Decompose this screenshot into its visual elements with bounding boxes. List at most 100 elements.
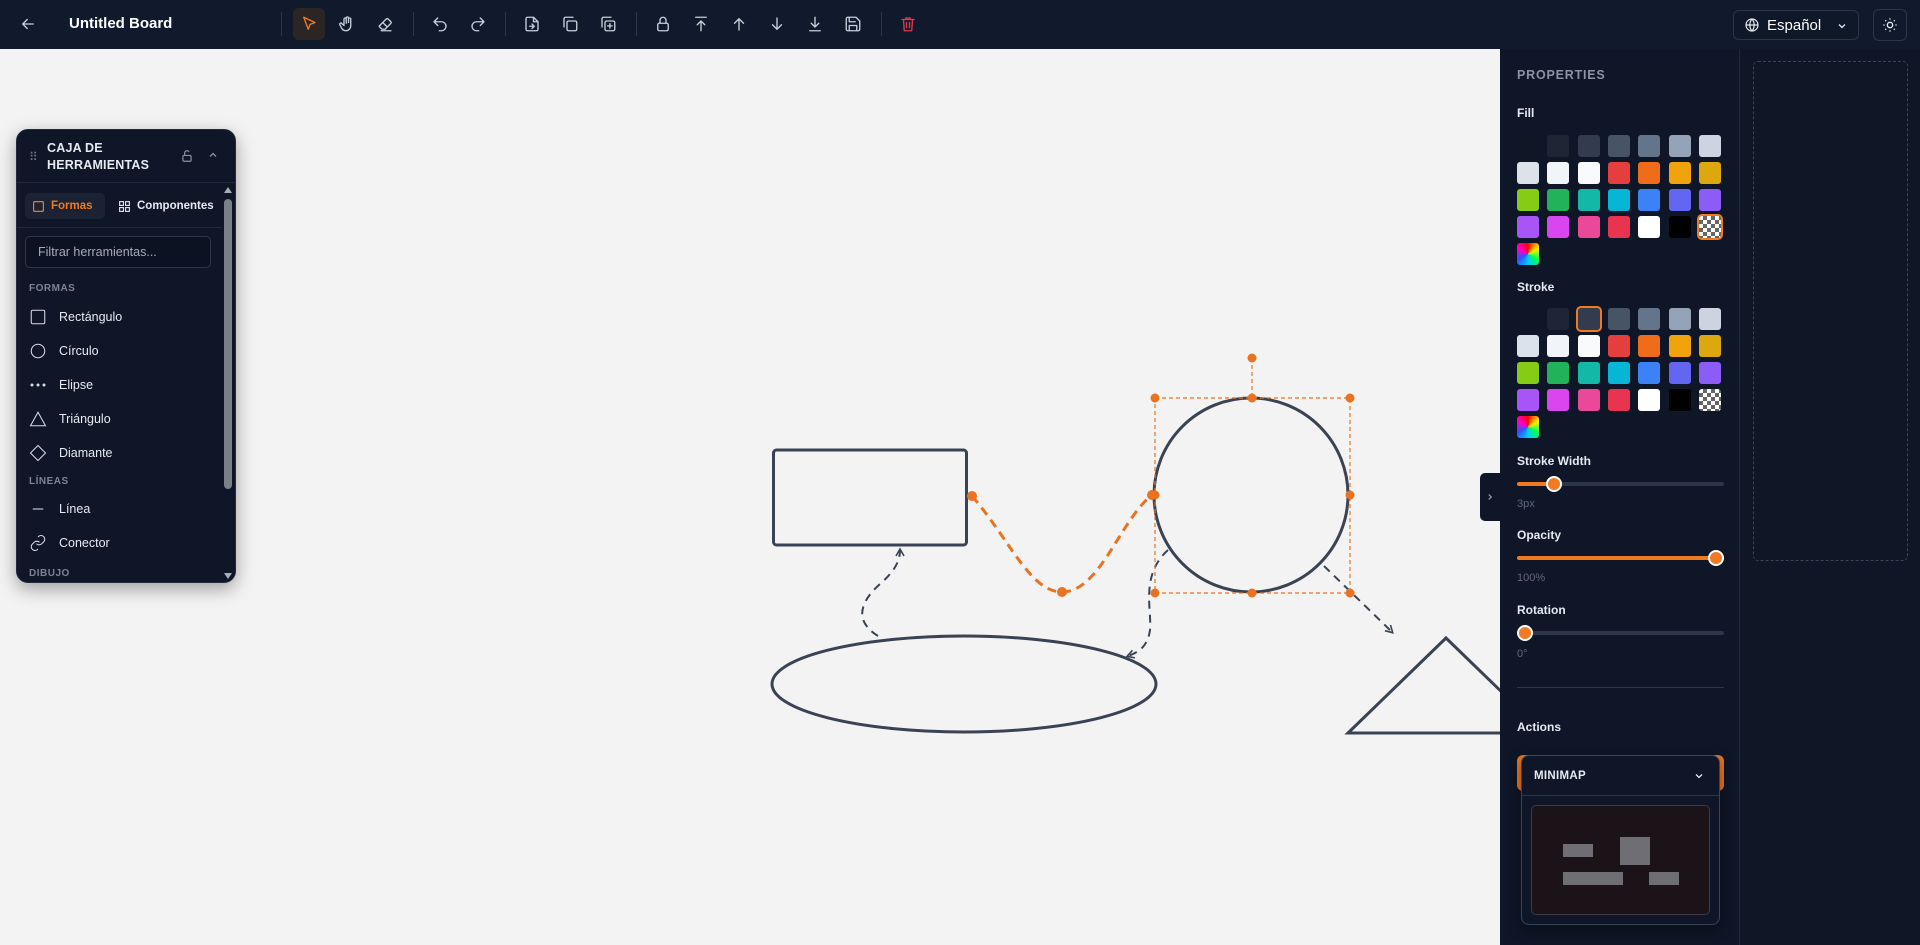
stroke-color-swatch[interactable]: [1517, 389, 1539, 411]
fill-color-swatch[interactable]: [1547, 135, 1570, 157]
fill-color-swatch[interactable]: [1698, 162, 1721, 184]
bring-to-front-icon[interactable]: [685, 8, 717, 40]
fill-color-swatch[interactable]: [1577, 135, 1600, 157]
stroke-color-swatch[interactable]: [1517, 308, 1539, 330]
resize-handle[interactable]: [1150, 393, 1160, 403]
fill-color-swatch[interactable]: [1696, 214, 1723, 240]
slider-thumb[interactable]: [1546, 476, 1563, 492]
eraser-icon[interactable]: [369, 8, 401, 40]
scroll-up-arrow[interactable]: [224, 187, 232, 193]
tool-ellipse[interactable]: Elipse: [29, 372, 93, 398]
fill-color-swatch[interactable]: [1517, 135, 1539, 157]
tool-connector[interactable]: Conector: [29, 530, 110, 556]
panel-collapse-handle[interactable]: [1480, 473, 1500, 521]
resize-handle[interactable]: [1150, 490, 1160, 500]
language-select[interactable]: Español: [1733, 10, 1859, 40]
selected-connector[interactable]: [970, 493, 1153, 594]
chevron-down-icon[interactable]: [1693, 770, 1705, 782]
slider-thumb[interactable]: [1517, 625, 1533, 641]
stroke-color-swatch[interactable]: [1517, 335, 1539, 357]
toolbox-scrollbar[interactable]: [221, 183, 235, 582]
slider-thumb[interactable]: [1708, 550, 1724, 566]
stroke-color-swatch[interactable]: [1668, 362, 1691, 384]
send-backward-icon[interactable]: [761, 8, 793, 40]
drag-handle-icon[interactable]: ⠿: [29, 150, 38, 164]
hand-icon[interactable]: [331, 8, 363, 40]
scrollbar-thumb[interactable]: [224, 199, 232, 489]
fill-color-swatch[interactable]: [1668, 135, 1691, 157]
save-icon[interactable]: [837, 8, 869, 40]
fill-color-swatch[interactable]: [1517, 243, 1539, 265]
connector-circle-to-ellipse[interactable]: [1125, 549, 1169, 659]
fill-color-swatch[interactable]: [1668, 189, 1691, 211]
resize-handle[interactable]: [1345, 393, 1355, 403]
resize-handle[interactable]: [1150, 588, 1160, 598]
stroke-color-swatch[interactable]: [1607, 335, 1630, 357]
connector-handle[interactable]: [1057, 587, 1067, 597]
bring-forward-icon[interactable]: [723, 8, 755, 40]
fill-color-swatch[interactable]: [1577, 189, 1600, 211]
fill-color-swatch[interactable]: [1607, 135, 1630, 157]
unlock-icon[interactable]: [180, 149, 194, 163]
copy-icon[interactable]: [554, 8, 586, 40]
fill-color-swatch[interactable]: [1668, 162, 1691, 184]
stroke-color-swatch[interactable]: [1698, 362, 1721, 384]
filter-tools-input[interactable]: [25, 236, 211, 268]
back-icon[interactable]: [12, 8, 44, 40]
fill-color-swatch[interactable]: [1547, 162, 1570, 184]
stroke-color-swatch[interactable]: [1547, 362, 1570, 384]
tab-formas[interactable]: Formas: [25, 193, 105, 219]
fill-color-swatch[interactable]: [1607, 216, 1630, 238]
stroke-color-swatch[interactable]: [1547, 308, 1570, 330]
ellipse-shape[interactable]: [770, 634, 1158, 734]
tool-circle[interactable]: Círculo: [29, 338, 99, 364]
stroke-color-swatch[interactable]: [1638, 308, 1661, 330]
stroke-color-swatch[interactable]: [1638, 362, 1661, 384]
minimap-viewport[interactable]: [1531, 805, 1710, 915]
fill-color-swatch[interactable]: [1638, 162, 1661, 184]
stroke-color-swatch[interactable]: [1575, 306, 1602, 332]
stroke-color-swatch[interactable]: [1638, 335, 1661, 357]
tool-triangle[interactable]: Triángulo: [29, 406, 111, 432]
rotation-slider[interactable]: [1517, 625, 1724, 641]
triangle-shape[interactable]: [1344, 635, 1500, 735]
resize-handle[interactable]: [1345, 588, 1355, 598]
duplicate-icon[interactable]: [592, 8, 624, 40]
connector-circle-to-triangle[interactable]: [1323, 565, 1394, 634]
select-icon[interactable]: [293, 8, 325, 40]
resize-handle[interactable]: [1247, 393, 1257, 403]
lock-icon[interactable]: [647, 8, 679, 40]
fill-color-swatch[interactable]: [1668, 216, 1691, 238]
scroll-down-arrow[interactable]: [224, 573, 232, 579]
fill-color-swatch[interactable]: [1577, 216, 1600, 238]
fill-color-swatch[interactable]: [1638, 189, 1661, 211]
stroke-color-swatch[interactable]: [1577, 335, 1600, 357]
toolbox-header[interactable]: ⠿ CAJA DE HERRAMIENTAS: [17, 130, 235, 183]
undo-icon[interactable]: [424, 8, 456, 40]
rotation-handle[interactable]: [1247, 353, 1257, 363]
connector-ellipse-to-rectangle[interactable]: [861, 547, 905, 637]
opacity-slider[interactable]: [1517, 550, 1724, 566]
resize-handle[interactable]: [1247, 588, 1257, 598]
tool-diamond[interactable]: Diamante: [29, 440, 113, 466]
fill-color-swatch[interactable]: [1517, 189, 1539, 211]
circle-shape[interactable]: [1152, 396, 1350, 594]
stroke-color-swatch[interactable]: [1698, 308, 1721, 330]
fill-color-swatch[interactable]: [1577, 162, 1600, 184]
connector-handle[interactable]: [967, 491, 977, 501]
stroke-color-swatch[interactable]: [1607, 308, 1630, 330]
export-icon[interactable]: [516, 8, 548, 40]
stroke-color-swatch[interactable]: [1698, 335, 1721, 357]
fill-color-swatch[interactable]: [1607, 162, 1630, 184]
stroke-color-swatch[interactable]: [1607, 362, 1630, 384]
stroke-color-swatch[interactable]: [1668, 308, 1691, 330]
stroke-color-swatch[interactable]: [1698, 389, 1721, 411]
fill-color-swatch[interactable]: [1698, 135, 1721, 157]
fill-color-swatch[interactable]: [1607, 189, 1630, 211]
chevron-up-icon[interactable]: [207, 149, 219, 161]
fill-color-swatch[interactable]: [1638, 216, 1661, 238]
fill-color-swatch[interactable]: [1638, 135, 1661, 157]
fill-color-swatch[interactable]: [1517, 162, 1539, 184]
stroke-color-swatch[interactable]: [1668, 389, 1691, 411]
stroke-color-swatch[interactable]: [1577, 362, 1600, 384]
